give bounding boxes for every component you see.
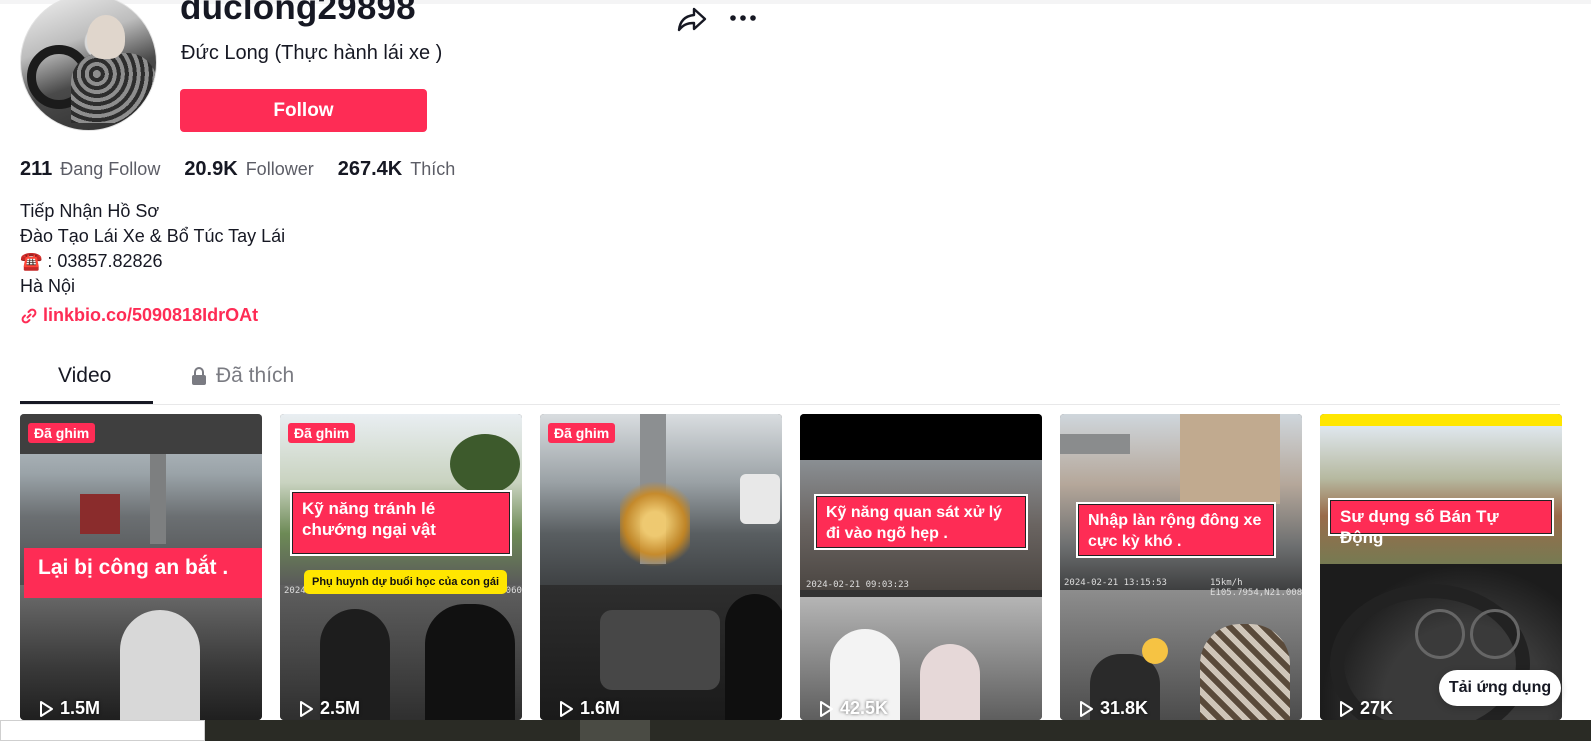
view-count: 31.8K	[1078, 698, 1148, 719]
video-grid: Đã ghim Lại bị công an bắt . 1.5M Đã ghi…	[20, 414, 1580, 720]
link-chain-icon	[21, 308, 37, 323]
tab-liked[interactable]: Đã thích	[190, 364, 294, 388]
tab-video[interactable]: Video	[58, 364, 111, 388]
nickname: Đức Long (Thực hành lái xe )	[181, 42, 443, 64]
pinned-badge: Đã ghim	[28, 423, 96, 443]
play-icon	[40, 700, 53, 717]
avatar[interactable]	[20, 0, 157, 131]
username: duclong29898	[180, 0, 416, 27]
more-dots-icon[interactable]	[728, 8, 758, 28]
video-card[interactable]: 2024-02-21 13:15:53 15km/h E105.7954,N21…	[1060, 414, 1302, 720]
bio: Tiếp Nhận Hồ Sơ Đào Tạo Lái Xe & Bổ Túc …	[20, 199, 285, 299]
video-subtitle-tag: Phụ huynh dự buổi học của con gái	[304, 570, 508, 594]
lock-icon	[192, 367, 206, 385]
avatar-face	[87, 15, 125, 59]
play-icon	[560, 700, 573, 717]
share-arrow-icon[interactable]	[676, 5, 708, 33]
view-count: 1.5M	[38, 698, 100, 719]
bio-link[interactable]: linkbio.co/5090818IdrOAt	[20, 305, 258, 326]
video-gps-readout: 15km/h E105.7954,N21.0080	[1210, 578, 1302, 598]
view-count: 1.6M	[558, 698, 620, 719]
view-count-text: 31.8K	[1100, 698, 1149, 718]
stat-following[interactable]: 211 Đang Follow	[20, 158, 160, 181]
stat-followers-label: Follower	[245, 159, 314, 179]
video-card[interactable]: Đã ghim 1.6M	[540, 414, 782, 720]
view-count-text: 2.5M	[320, 698, 361, 718]
profile-tabs: Video Đã thích	[20, 360, 1560, 405]
video-card[interactable]: Đã ghim Kỹ năng tránh lé chướng ngại vật…	[280, 414, 522, 720]
tab-liked-label: Đã thích	[216, 364, 295, 387]
profile-stats: 211 Đang Follow 20.9K Follower 267.4K Th…	[20, 158, 479, 181]
video-caption: Sư dụng số Bán Tự Động	[1328, 498, 1554, 547]
stat-following-count: 211	[20, 158, 53, 180]
bio-line-2: Đào Tạo Lái Xe & Bổ Túc Tay Lái	[20, 226, 286, 246]
bio-link-text: linkbio.co/5090818IdrOAt	[43, 305, 259, 325]
view-count: 2.5M	[298, 698, 360, 719]
video-card[interactable]: 2024-02-21 09:03:23 Kỹ năng quan sát xử …	[800, 414, 1042, 720]
view-count-text: 42.5K	[840, 698, 889, 718]
video-timestamp: 2024-02-21 13:15:53	[1064, 578, 1167, 588]
tab-active-indicator	[20, 401, 153, 404]
stat-likes-count: 267.4K	[337, 158, 403, 180]
stat-likes: 267.4K Thích	[338, 158, 456, 181]
bio-line-3: ☎️ : 03857.82826	[20, 251, 163, 271]
taskbar-segment	[205, 720, 1591, 741]
bio-line-1: Tiếp Nhận Hồ Sơ	[20, 201, 160, 221]
play-icon	[820, 700, 833, 717]
follow-button[interactable]: Follow	[180, 89, 427, 132]
stat-likes-label: Thích	[410, 159, 456, 179]
stat-following-label: Đang Follow	[60, 159, 161, 179]
play-icon	[1080, 700, 1093, 717]
view-count: 42.5K	[818, 698, 888, 719]
video-caption: Kỹ năng tránh lé chướng ngại vật	[290, 490, 512, 556]
play-icon	[1340, 700, 1353, 717]
pinned-badge: Đã ghim	[548, 423, 616, 443]
bio-line-4: Hà Nội	[20, 276, 76, 296]
view-count-text: 1.6M	[580, 698, 621, 718]
video-timestamp: 2024-02-21 09:03:23	[806, 580, 909, 590]
view-count: 27K	[1338, 698, 1393, 719]
taskbar-box	[0, 720, 205, 741]
pinned-badge: Đã ghim	[288, 423, 356, 443]
stat-followers-count: 20.9K	[184, 158, 238, 180]
taskbar-segment-highlight	[580, 720, 650, 741]
view-count-text: 1.5M	[60, 698, 101, 718]
avatar-jacket	[71, 53, 156, 123]
video-caption: Lại bị công an bắt .	[24, 548, 262, 598]
stat-followers[interactable]: 20.9K Follower	[184, 158, 313, 181]
taskbar-strip	[0, 720, 1591, 741]
video-caption: Kỹ năng quan sát xử lý đi vào ngõ hẹp .	[814, 494, 1028, 550]
video-card[interactable]: Đã ghim Lại bị công an bắt . 1.5M	[20, 414, 262, 720]
play-icon	[300, 700, 313, 717]
download-app-button[interactable]: Tải ứng dụng	[1439, 670, 1561, 706]
view-count-text: 27K	[1360, 698, 1394, 718]
video-caption: Nhập làn rộng đông xe cực kỳ khó .	[1076, 502, 1276, 558]
